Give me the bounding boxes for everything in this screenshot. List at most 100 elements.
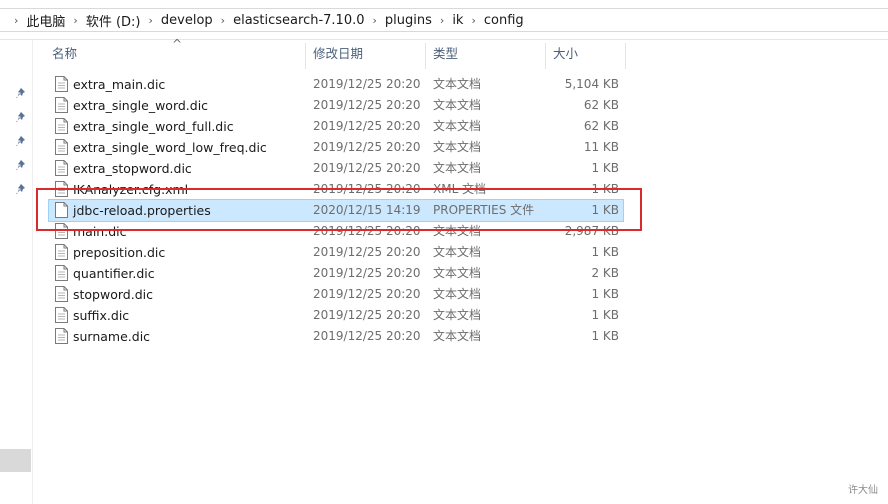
breadcrumb-develop[interactable]: develop xyxy=(161,13,213,28)
file-size: 1 KB xyxy=(591,182,619,196)
pin-icon[interactable] xyxy=(16,183,28,195)
breadcrumb[interactable]: › 此电脑 › 软件 (D:) › develop › elasticsearc… xyxy=(0,8,888,32)
document-icon xyxy=(55,181,68,197)
file-date: 2019/12/25 20:20 xyxy=(313,329,421,343)
file-type: 文本文档 xyxy=(433,287,482,301)
file-row[interactable]: quantifier.dic 2019/12/25 20:20 文本文档 2 K… xyxy=(49,263,623,284)
file-type: 文本文档 xyxy=(433,161,482,175)
file-name: surname.dic xyxy=(73,329,151,344)
file-row[interactable]: extra_single_word_low_freq.dic 2019/12/2… xyxy=(49,137,623,158)
file-size: 1 KB xyxy=(591,203,619,217)
file-name: main.dic xyxy=(73,224,127,239)
file-name: extra_stopword.dic xyxy=(73,161,192,176)
file-type: XML 文档 xyxy=(433,182,487,196)
file-type: 文本文档 xyxy=(433,245,482,259)
column-size[interactable]: 大小 xyxy=(553,41,578,67)
chevron-right-icon: › xyxy=(471,13,476,27)
file-row[interactable]: extra_stopword.dic 2019/12/25 20:20 文本文档… xyxy=(49,158,623,179)
file-date: 2019/12/25 20:20 xyxy=(313,266,421,280)
file-name: jdbc-reload.properties xyxy=(73,203,211,218)
file-name: extra_main.dic xyxy=(73,77,166,92)
column-divider[interactable] xyxy=(625,43,626,69)
pin-icon[interactable] xyxy=(16,87,28,99)
sort-up-icon: ^ xyxy=(172,37,183,51)
file-type: 文本文档 xyxy=(433,98,482,112)
file-name: extra_single_word.dic xyxy=(73,98,209,113)
file-name: quantifier.dic xyxy=(73,266,155,281)
file-date: 2020/12/15 14:19 xyxy=(313,203,421,217)
file-size: 5,104 KB xyxy=(564,77,619,91)
file-date: 2019/12/25 20:20 xyxy=(313,77,421,91)
document-icon xyxy=(55,223,68,239)
file-row[interactable]: main.dic 2019/12/25 20:20 文本文档 2,987 KB xyxy=(49,221,623,242)
file-type: 文本文档 xyxy=(433,329,482,343)
file-row[interactable]: extra_single_word.dic 2019/12/25 20:20 文… xyxy=(49,95,623,116)
file-row[interactable]: stopword.dic 2019/12/25 20:20 文本文档 1 KB xyxy=(49,284,623,305)
document-icon xyxy=(55,160,68,176)
breadcrumb-ik[interactable]: ik xyxy=(452,13,463,28)
file-size: 62 KB xyxy=(583,98,619,112)
file-date: 2019/12/25 20:20 xyxy=(313,119,421,133)
document-icon xyxy=(55,265,68,281)
pin-icon[interactable] xyxy=(16,111,28,123)
chevron-right-icon: › xyxy=(14,13,19,27)
column-type[interactable]: 类型 xyxy=(433,41,458,67)
breadcrumb-plugins[interactable]: plugins xyxy=(385,13,432,28)
column-header: ^ 名称 修改日期 类型 大小 xyxy=(33,37,888,69)
breadcrumb-config[interactable]: config xyxy=(484,13,524,28)
file-size: 1 KB xyxy=(591,287,619,301)
document-icon xyxy=(55,139,68,155)
file-name: extra_single_word_low_freq.dic xyxy=(73,140,267,155)
file-date: 2019/12/25 20:20 xyxy=(313,182,421,196)
file-size: 1 KB xyxy=(591,245,619,259)
document-icon xyxy=(55,118,68,134)
column-divider[interactable] xyxy=(545,43,546,69)
file-date: 2019/12/25 20:20 xyxy=(313,161,421,175)
address-bar: › 此电脑 › 软件 (D:) › develop › elasticsearc… xyxy=(0,0,888,40)
file-row[interactable]: surname.dic 2019/12/25 20:20 文本文档 1 KB xyxy=(49,326,623,347)
watermark: 许大仙 xyxy=(848,485,878,496)
document-icon xyxy=(55,244,68,260)
nav-scrollbar-thumb[interactable] xyxy=(0,449,31,472)
document-icon xyxy=(55,286,68,302)
file-row[interactable]: IKAnalyzer.cfg.xml 2019/12/25 20:20 XML … xyxy=(49,179,623,200)
chevron-right-icon: › xyxy=(220,13,226,27)
file-row[interactable]: extra_main.dic 2019/12/25 20:20 文本文档 5,1… xyxy=(49,74,623,95)
file-name: preposition.dic xyxy=(73,245,166,260)
breadcrumb-drive-d[interactable]: 软件 (D:) xyxy=(86,11,141,30)
file-row[interactable]: extra_single_word_full.dic 2019/12/25 20… xyxy=(49,116,623,137)
document-icon xyxy=(55,97,68,113)
file-name: stopword.dic xyxy=(73,287,153,302)
file-name: extra_single_word_full.dic xyxy=(73,119,234,134)
chevron-right-icon: › xyxy=(73,13,78,27)
file-name: suffix.dic xyxy=(73,308,130,323)
file-date: 2019/12/25 20:20 xyxy=(313,308,421,322)
file-type: 文本文档 xyxy=(433,77,482,91)
breadcrumb-elasticsearch[interactable]: elasticsearch-7.10.0 xyxy=(233,13,364,28)
breadcrumb-this-pc[interactable]: 此电脑 xyxy=(26,11,65,30)
pin-icon[interactable] xyxy=(16,135,28,147)
file-size: 11 KB xyxy=(583,140,619,154)
document-icon xyxy=(55,328,68,344)
file-row[interactable]: suffix.dic 2019/12/25 20:20 文本文档 1 KB xyxy=(49,305,623,326)
file-size: 2 KB xyxy=(591,266,619,280)
column-divider[interactable] xyxy=(425,43,426,69)
document-icon xyxy=(55,202,68,218)
chevron-right-icon: › xyxy=(439,13,445,27)
chevron-right-icon: › xyxy=(372,13,377,27)
pin-icon[interactable] xyxy=(16,159,28,171)
file-type: 文本文档 xyxy=(433,119,482,133)
navigation-pane xyxy=(0,40,33,504)
file-size: 2,987 KB xyxy=(564,224,619,238)
column-date[interactable]: 修改日期 xyxy=(313,41,363,67)
file-type: 文本文档 xyxy=(433,224,482,238)
file-size: 1 KB xyxy=(591,161,619,175)
file-row-selected[interactable]: jdbc-reload.properties 2020/12/15 14:19 … xyxy=(48,199,624,222)
column-divider[interactable] xyxy=(305,43,306,69)
document-icon xyxy=(55,307,68,323)
file-size: 62 KB xyxy=(583,119,619,133)
file-row[interactable]: preposition.dic 2019/12/25 20:20 文本文档 1 … xyxy=(49,242,623,263)
column-name[interactable]: 名称 xyxy=(52,41,77,67)
file-date: 2019/12/25 20:20 xyxy=(313,98,421,112)
file-type: PROPERTIES 文件 xyxy=(433,203,535,217)
